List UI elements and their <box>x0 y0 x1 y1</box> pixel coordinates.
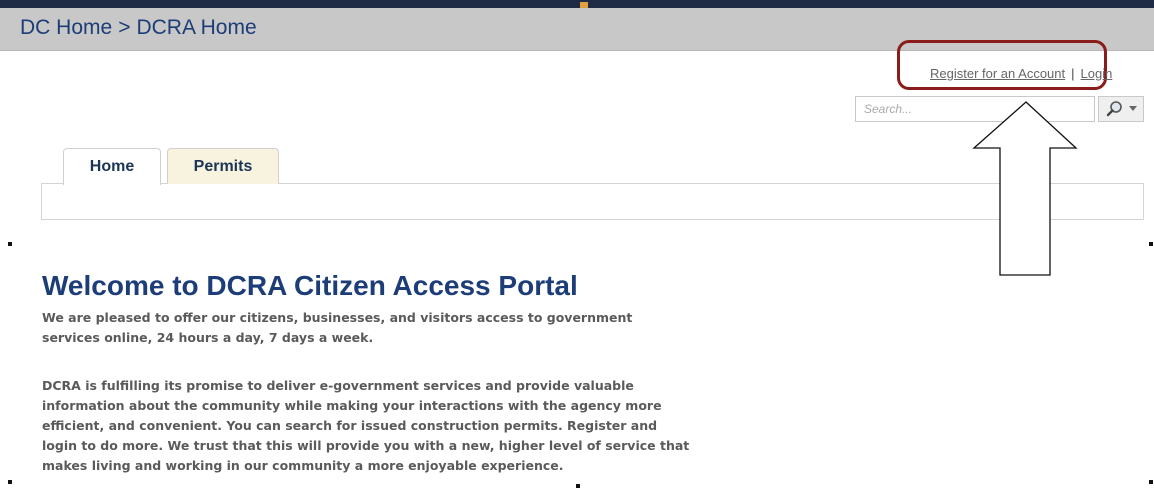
intro-line: We are pleased to offer our citizens, bu… <box>42 310 633 325</box>
tab-permits[interactable]: Permits <box>167 148 279 184</box>
crop-mark <box>576 484 580 488</box>
register-account-link[interactable]: Register for an Account <box>930 66 1065 81</box>
crop-mark <box>1149 242 1153 246</box>
crop-mark <box>8 480 12 484</box>
description-line: login to do more. We trust that this wil… <box>42 438 690 453</box>
breadcrumb-dc-home[interactable]: DC Home <box>20 16 112 39</box>
intro-line: services online, 24 hours a day, 7 days … <box>42 330 374 345</box>
caret-down-icon <box>1129 106 1137 111</box>
crop-mark <box>1149 480 1153 484</box>
description-line: information about the community while ma… <box>42 398 662 413</box>
magnifier-icon <box>1106 101 1137 117</box>
intro-paragraph: We are pleased to offer our citizens, bu… <box>42 308 762 348</box>
tab-home[interactable]: Home <box>63 148 161 185</box>
breadcrumb-dcra-home[interactable]: DCRA Home <box>136 16 256 39</box>
login-link[interactable]: Login <box>1081 66 1113 81</box>
annotation-highlight-box <box>897 40 1107 90</box>
account-links-separator: | <box>1071 66 1075 81</box>
description-line: DCRA is fulfilling its promise to delive… <box>42 378 634 393</box>
account-links: Register for an Account | Login <box>930 66 1112 81</box>
description-line: makes living and working in our communit… <box>42 458 564 473</box>
breadcrumb-separator: > <box>118 16 131 39</box>
crop-mark <box>8 242 12 246</box>
page-title: Welcome to DCRA Citizen Access Portal <box>42 270 578 301</box>
top-rule <box>0 0 1154 8</box>
up-arrow-icon <box>972 101 1078 276</box>
search-button[interactable] <box>1098 96 1144 122</box>
breadcrumb: DC Home > DCRA Home <box>20 16 257 40</box>
description-line: efficient, and convenient. You can searc… <box>42 418 658 433</box>
description-paragraph: DCRA is fulfilling its promise to delive… <box>42 376 762 476</box>
